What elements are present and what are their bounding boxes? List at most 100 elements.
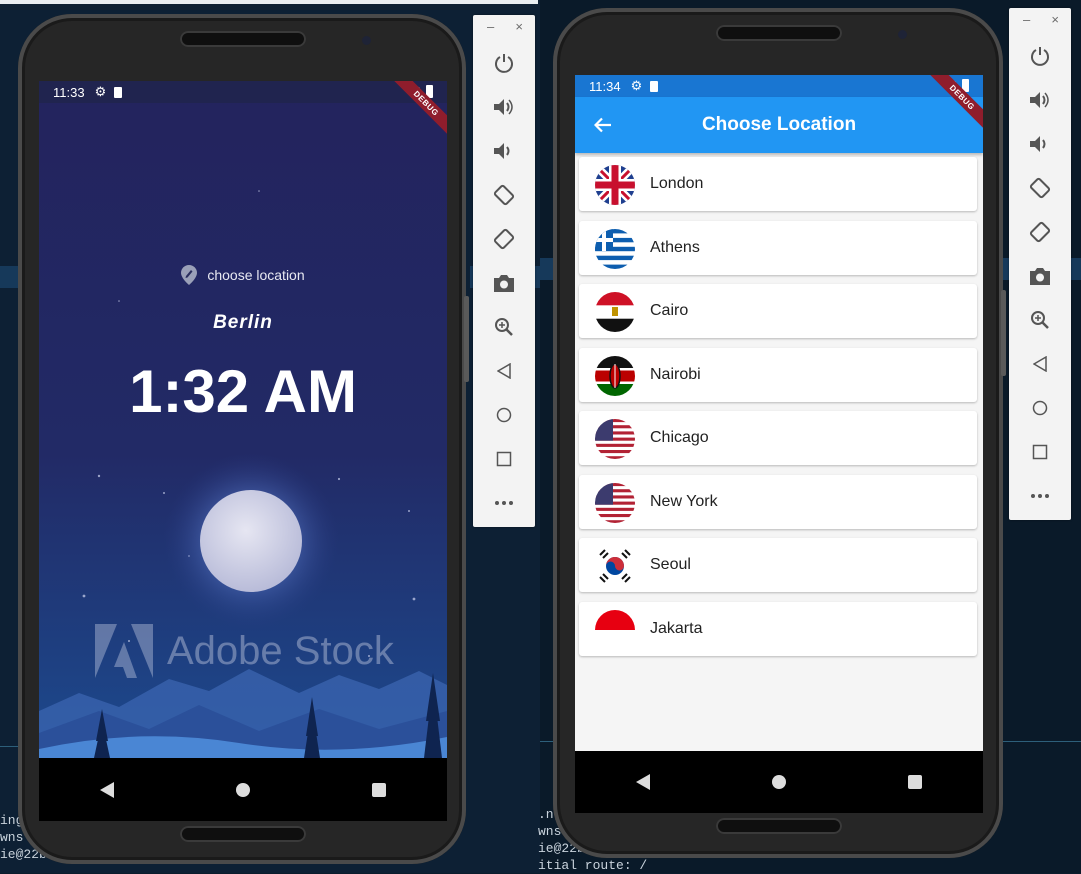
location-item-chicago[interactable]: Chicago: [579, 411, 977, 465]
emulator-back-button[interactable]: [1009, 342, 1071, 386]
emulator-back-button[interactable]: [473, 349, 535, 393]
location-item-london[interactable]: London: [579, 157, 977, 211]
camera-icon: [494, 275, 514, 292]
front-camera: [898, 30, 907, 39]
home-screen: Adobe Stock 11:33 ⚙ DEBUG choose locatio…: [39, 81, 447, 821]
volume-up-button[interactable]: [473, 85, 535, 129]
zoom-icon: [1031, 311, 1049, 329]
volume-rocker: [464, 296, 469, 382]
choose-location-button[interactable]: choose location: [39, 265, 447, 285]
home-circle-icon: [236, 782, 250, 797]
screenshot-button[interactable]: [1009, 254, 1071, 298]
overview-square-icon: [372, 782, 386, 797]
emulator-toolbar-right: – ×: [1009, 8, 1071, 520]
greece-flag-icon: [595, 229, 635, 269]
home-icon: [496, 407, 512, 423]
back-icon: [497, 363, 511, 379]
android-nav-bar: [39, 758, 447, 821]
terminal-line: itial route: /: [538, 858, 648, 873]
overview-square-icon: [908, 775, 922, 789]
rotate-right-button[interactable]: [473, 217, 535, 261]
status-time: 11:34: [589, 78, 621, 94]
close-button[interactable]: ×: [515, 19, 523, 34]
kenya-flag-icon: [595, 356, 635, 396]
bottom-speaker: [716, 818, 842, 834]
nav-overview-button[interactable]: [895, 762, 935, 802]
sd-card-icon: [114, 86, 123, 98]
location-item-seoul[interactable]: Seoul: [579, 538, 977, 592]
nav-back-button[interactable]: [623, 762, 663, 802]
more-button[interactable]: [473, 481, 535, 525]
power-icon: [495, 54, 513, 73]
choose-location-screen: 11:34 ⚙ Choose Location DEBUG London Ath…: [575, 75, 983, 813]
rotate-left-icon: [1029, 177, 1051, 199]
emulator-overview-button[interactable]: [1009, 430, 1071, 474]
nav-back-button[interactable]: [87, 770, 127, 810]
more-icon: [1031, 494, 1049, 498]
more-button[interactable]: [1009, 474, 1071, 518]
usa-flag-icon: [595, 419, 635, 459]
location-name: Jakarta: [650, 620, 703, 637]
location-name: Athens: [650, 239, 700, 256]
power-button[interactable]: [1009, 34, 1071, 78]
adobe-logo-icon: [95, 624, 153, 678]
location-name: Berlin: [213, 312, 273, 333]
rotate-left-icon: [493, 184, 515, 206]
more-icon: [495, 501, 513, 505]
app-bar-title: Choose Location: [701, 114, 857, 135]
volume-down-button[interactable]: [473, 129, 535, 173]
minimize-button[interactable]: –: [1023, 12, 1030, 27]
volume-down-button[interactable]: [1009, 122, 1071, 166]
phone-frame-left: Adobe Stock 11:33 ⚙ DEBUG choose locatio…: [18, 14, 469, 864]
location-item-cairo[interactable]: Cairo: [579, 284, 977, 338]
status-bar: 11:33 ⚙: [39, 81, 447, 103]
emulator-home-button[interactable]: [473, 393, 535, 437]
rotate-right-icon: [493, 228, 515, 250]
location-name: Nairobi: [650, 366, 701, 383]
location-item-athens[interactable]: Athens: [579, 221, 977, 275]
usa-flag-icon: [595, 483, 635, 523]
overview-icon: [1032, 444, 1048, 460]
bottom-speaker: [180, 826, 306, 842]
rotate-left-button[interactable]: [473, 173, 535, 217]
back-triangle-icon: [636, 774, 650, 790]
volume-up-button[interactable]: [1009, 78, 1071, 122]
volume-down-icon: [494, 143, 510, 159]
nav-home-button[interactable]: [759, 762, 799, 802]
korea-flag-icon: [595, 546, 635, 586]
home-circle-icon: [772, 775, 786, 789]
zoom-button[interactable]: [473, 305, 535, 349]
location-name: Seoul: [650, 556, 691, 573]
zoom-button[interactable]: [1009, 298, 1071, 342]
minimize-button[interactable]: –: [487, 19, 494, 34]
emulator-overview-button[interactable]: [473, 437, 535, 481]
top-speaker: [180, 31, 306, 47]
back-icon: [1033, 356, 1047, 372]
rotate-right-button[interactable]: [1009, 210, 1071, 254]
uk-flag-icon: [595, 165, 635, 205]
location-item-jakarta[interactable]: Jakarta: [579, 602, 977, 656]
location-name: Cairo: [650, 302, 689, 319]
location-item-new-york[interactable]: New York: [579, 475, 977, 529]
rotate-right-icon: [1029, 221, 1051, 243]
power-button[interactable]: [473, 41, 535, 85]
close-button[interactable]: ×: [1051, 12, 1059, 27]
screenshot-button[interactable]: [473, 261, 535, 305]
back-triangle-icon: [100, 781, 114, 798]
app-bar: Choose Location: [575, 97, 983, 153]
emulator-home-button[interactable]: [1009, 386, 1071, 430]
volume-rocker: [1001, 290, 1006, 376]
nav-home-button[interactable]: [223, 770, 263, 810]
nav-overview-button[interactable]: [359, 770, 399, 810]
home-icon: [1032, 400, 1048, 416]
rotate-left-button[interactable]: [1009, 166, 1071, 210]
settings-icon: ⚙: [630, 78, 643, 93]
location-item-nairobi[interactable]: Nairobi: [579, 348, 977, 402]
window-top-strip: [0, 0, 538, 4]
settings-icon: ⚙: [94, 84, 107, 99]
zoom-icon: [495, 318, 513, 336]
location-name: New York: [650, 493, 718, 510]
volume-up-icon: [494, 99, 513, 115]
egypt-flag-icon: [595, 292, 635, 332]
sd-card-icon: [650, 80, 659, 92]
